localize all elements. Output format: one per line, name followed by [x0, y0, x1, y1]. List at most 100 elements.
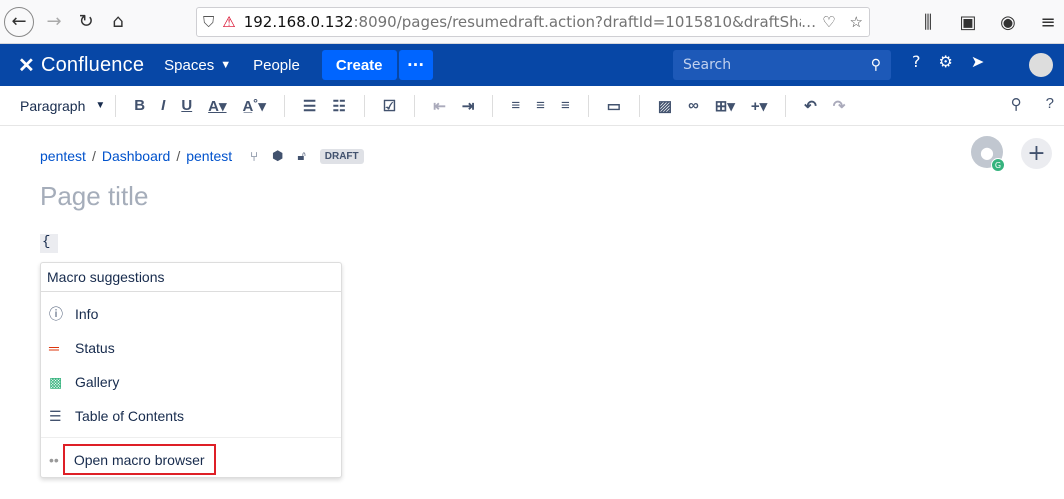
- nav-people[interactable]: People: [253, 57, 300, 74]
- paragraph-label: Paragraph: [20, 97, 86, 114]
- open-macro-browser-button[interactable]: Open macro browser: [62, 444, 216, 475]
- macro-item-label: Status: [75, 340, 115, 356]
- insecure-lock-icon: ⚠: [222, 13, 236, 31]
- table-icon[interactable]: ⊞▾: [715, 97, 735, 115]
- divider: [587, 94, 589, 117]
- macro-item-label: Info: [75, 306, 99, 322]
- create-more-button[interactable]: ···: [398, 50, 433, 80]
- nav-spaces[interactable]: Spaces ▼: [164, 57, 231, 74]
- search-icon: ⚲: [870, 57, 881, 73]
- outdent-icon[interactable]: ⇤: [433, 97, 446, 115]
- text-format-icon[interactable]: A̲˚▾: [243, 97, 266, 115]
- divider: [115, 94, 117, 117]
- macro-item-toc[interactable]: ☰ Table of Contents: [41, 399, 341, 433]
- divider: [41, 437, 341, 438]
- editor-toolbar: Paragraph ▼ B I U A▾ A̲˚▾ ☰ ☷ ☑ ⇤ ⇥ ≡ ≡ …: [0, 86, 1064, 126]
- help-icon[interactable]: ?: [912, 52, 921, 71]
- layout-icon[interactable]: ▭: [607, 97, 621, 115]
- restrictions-lock-icon[interactable]: 🔓︎: [297, 148, 305, 164]
- account-icon[interactable]: ◉: [992, 6, 1024, 38]
- search-placeholder: Search: [683, 57, 732, 73]
- collaborator-avatar[interactable]: ● G: [971, 136, 1005, 172]
- confluence-logo[interactable]: ✕ Confluence: [18, 53, 144, 78]
- breadcrumb-separator: /: [91, 148, 96, 164]
- macro-item-gallery[interactable]: ▩ Gallery: [41, 365, 341, 399]
- divider: [283, 94, 285, 117]
- divider: [785, 94, 787, 117]
- italic-icon[interactable]: I: [161, 97, 165, 114]
- breadcrumb-parent[interactable]: pentest: [186, 148, 232, 164]
- macro-suggestions-header: Macro suggestions: [41, 263, 341, 292]
- draft-status-badge: DRAFT: [319, 148, 364, 164]
- underline-icon[interactable]: U: [181, 97, 192, 114]
- macro-item-info[interactable]: ⓘ Info: [41, 297, 341, 331]
- divider: [414, 94, 416, 117]
- divider: [638, 94, 640, 117]
- notifications-icon[interactable]: ➤: [971, 52, 984, 71]
- link-icon[interactable]: ∞: [688, 97, 699, 114]
- invite-button[interactable]: +: [1021, 138, 1052, 169]
- divider: [363, 94, 365, 117]
- url-path: :8090/pages/resumedraft.action?draftId=1…: [353, 13, 802, 31]
- align-center-icon[interactable]: ≡: [536, 97, 545, 114]
- macro-item-label: Table of Contents: [75, 408, 184, 424]
- chevron-down-icon: ▼: [220, 59, 232, 71]
- logo-text: Confluence: [40, 53, 145, 76]
- library-icon[interactable]: ⫼: [912, 6, 944, 38]
- macro-item-status[interactable]: ═ Status: [41, 331, 341, 365]
- bullet-list-icon[interactable]: ☰: [303, 97, 316, 115]
- sidebar-icon[interactable]: ▣: [952, 6, 984, 38]
- pocket-icon[interactable]: ♡: [822, 13, 835, 31]
- undo-icon[interactable]: ↶: [804, 97, 817, 115]
- shield-icon: ⛉: [203, 13, 215, 31]
- editor-text[interactable]: {: [40, 234, 58, 253]
- menu-icon[interactable]: ≡: [1032, 6, 1064, 38]
- insert-more-icon[interactable]: +▾: [751, 97, 767, 115]
- nav-spaces-label: Spaces: [164, 56, 215, 74]
- chevron-down-icon: ▼: [95, 100, 106, 111]
- divider: [492, 94, 494, 117]
- numbered-list-icon[interactable]: ☷: [332, 97, 345, 115]
- url-ellipsis: …: [801, 13, 817, 31]
- keyboard-help-icon[interactable]: ?: [1046, 95, 1054, 113]
- task-list-icon[interactable]: ☑: [383, 97, 396, 115]
- open-macro-browser[interactable]: •• Open macro browser: [41, 444, 341, 475]
- redo-icon[interactable]: ↷: [833, 97, 846, 115]
- page-title-input[interactable]: Page title: [40, 181, 148, 212]
- toc-icon: ☰: [49, 407, 62, 424]
- indent-icon[interactable]: ⇥: [462, 97, 475, 115]
- align-right-icon[interactable]: ≡: [561, 97, 570, 114]
- reload-button[interactable]: ↻: [70, 6, 102, 38]
- search-input[interactable]: Search ⚲: [673, 50, 891, 80]
- back-button[interactable]: ←: [4, 6, 34, 37]
- url-bar[interactable]: ⛉ ⚠ 192.168.0.132 :8090/pages/resumedraf…: [196, 7, 870, 37]
- paragraph-dropdown[interactable]: Paragraph ▼: [20, 98, 105, 114]
- align-left-icon[interactable]: ≡: [511, 97, 520, 114]
- image-icon[interactable]: ▨: [658, 97, 672, 115]
- bold-icon[interactable]: B: [134, 97, 145, 114]
- breadcrumb-dashboard[interactable]: Dashboard: [102, 148, 171, 164]
- more-dots-icon: ••: [49, 451, 59, 468]
- home-button[interactable]: ⌂: [102, 6, 134, 38]
- user-icon: ●: [980, 142, 994, 162]
- forward-button[interactable]: →: [38, 6, 70, 38]
- breadcrumb: pentest / Dashboard / pentest ⑂ ⬢ 🔓︎ DRA…: [40, 148, 364, 164]
- macro-suggestions-popup: Macro suggestions ⓘ Info ═ Status ▩ Gall…: [40, 262, 342, 478]
- gallery-icon: ▩: [49, 373, 63, 390]
- user-avatar[interactable]: [1029, 53, 1053, 77]
- macro-item-label: Gallery: [75, 374, 120, 390]
- nav-people-label: People: [253, 56, 300, 74]
- url-host: 192.168.0.132: [243, 13, 354, 31]
- label-icon[interactable]: ⬢: [272, 148, 283, 164]
- page-tree-icon[interactable]: ⑂: [250, 149, 258, 164]
- bookmark-star-icon[interactable]: ☆: [850, 13, 863, 31]
- browser-toolbar: ← → ↻ ⌂ ⛉ ⚠ 192.168.0.132 :8090/pages/re…: [0, 0, 1064, 44]
- status-icon: ═: [49, 340, 59, 356]
- find-replace-icon[interactable]: ⚲: [1011, 95, 1022, 113]
- text-color-icon[interactable]: A▾: [208, 97, 226, 115]
- info-icon: ⓘ: [49, 306, 63, 322]
- confluence-header: ✕ Confluence Spaces ▼ People Create ··· …: [0, 44, 1064, 86]
- breadcrumb-space[interactable]: pentest: [40, 148, 86, 164]
- gear-icon[interactable]: ⚙: [939, 52, 953, 71]
- create-button[interactable]: Create: [321, 50, 397, 80]
